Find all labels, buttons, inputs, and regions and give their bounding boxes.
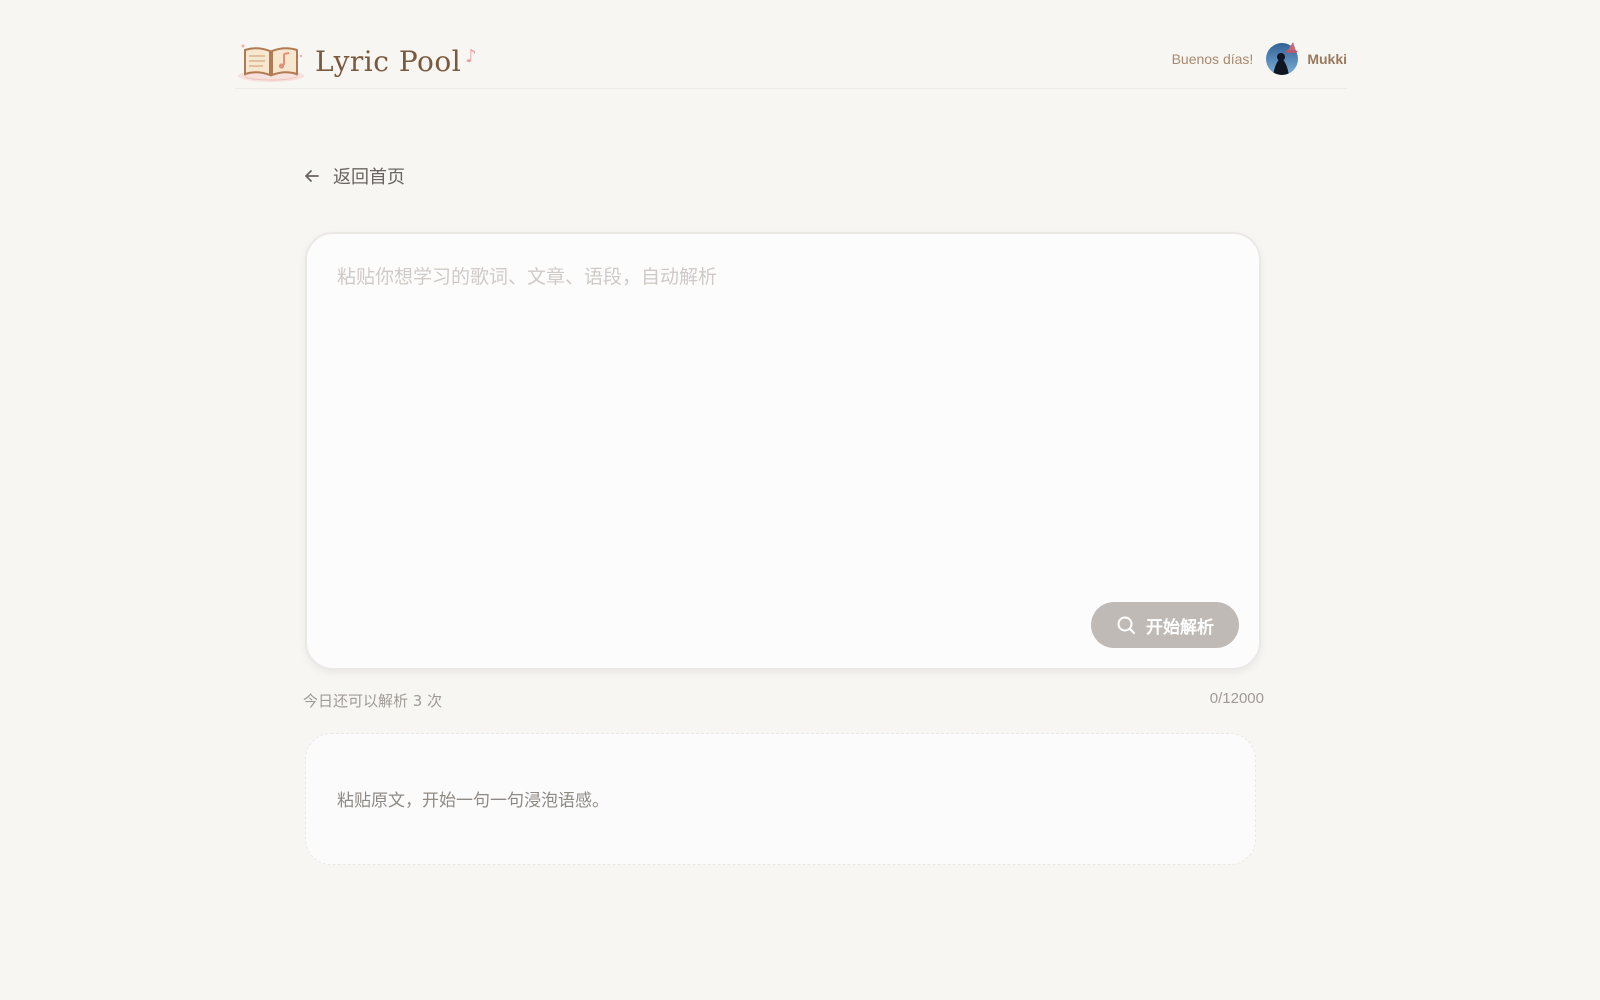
search-icon [1117,616,1135,634]
avatar[interactable] [1265,42,1299,76]
greeting-text: Buenos días! [1171,51,1254,67]
username[interactable]: Mukki [1307,51,1347,67]
back-home-label: 返回首页 [333,167,405,188]
back-home-link[interactable]: 返回首页 [303,163,405,189]
arrow-left-icon [305,170,319,182]
music-note-icon: ♪ [465,45,477,67]
char-count: 0/12000 [1209,690,1264,707]
editor-card: 开始解析 [305,232,1261,670]
lyrics-input[interactable] [337,262,1227,562]
empty-hint-card: 粘贴原文，开始一句一句浸泡语感。 [305,733,1256,865]
open-book-music-icon [238,44,304,82]
start-analysis-label: 开始解析 [1146,617,1214,637]
logo-text: Lyric Pool [315,44,462,78]
top-header: Lyric Pool ♪ Buenos días! Mukki [235,30,1347,89]
logo-link[interactable]: Lyric Pool ♪ [235,38,477,84]
start-analysis-button[interactable]: 开始解析 [1091,602,1239,648]
empty-hint-text: 粘贴原文，开始一句一句浸泡语感。 [337,791,609,811]
page: Lyric Pool ♪ Buenos días! Mukki 返回首页 粘贴你… [0,0,1600,1000]
daily-quota-text: 今日还可以解析 3 次 [303,692,443,710]
user-area: Buenos días! Mukki [1172,42,1347,76]
